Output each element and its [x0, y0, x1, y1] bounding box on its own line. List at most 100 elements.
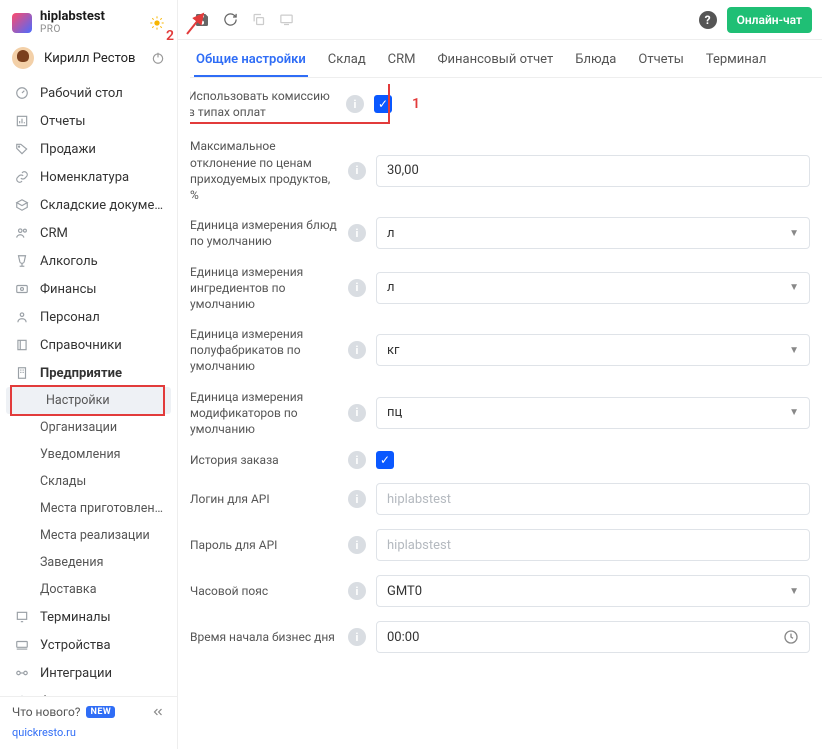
- sidebar-item-11[interactable]: Настройки: [6, 387, 171, 414]
- info-icon[interactable]: i: [348, 582, 366, 600]
- row-business-day-start: Время начала бизнес дня i 00:00: [190, 621, 810, 653]
- sidebar-item-2[interactable]: Продажи: [0, 135, 177, 163]
- sidebar-item-label: Складские документы: [40, 198, 165, 214]
- select-unit-modifier[interactable]: пц▼: [376, 397, 810, 429]
- sidebar-header: hiplabstest PRO: [0, 0, 177, 41]
- glass-icon: [14, 253, 30, 269]
- sidebar-item-10[interactable]: Предприятие: [0, 359, 177, 387]
- sidebar-item-label: Уведомления: [40, 447, 165, 462]
- sidebar-item-0[interactable]: Рабочий стол: [0, 79, 177, 107]
- sidebar-item-18[interactable]: Доставка: [0, 576, 177, 603]
- sidebar-item-15[interactable]: Места приготовления: [0, 495, 177, 522]
- tag-icon: [14, 141, 30, 157]
- row-order-history: История заказа i ✓: [190, 451, 810, 469]
- sidebar-item-22[interactable]: Франшиза: [0, 687, 177, 696]
- sidebar-item-label: Склады: [40, 474, 165, 489]
- sidebar-item-label: Доставка: [40, 582, 165, 597]
- row-unit-semi: Единица измерения полуфабрикатов по умол…: [190, 326, 810, 375]
- info-icon[interactable]: i: [348, 224, 366, 242]
- sidebar-item-1[interactable]: Отчеты: [0, 107, 177, 135]
- info-icon[interactable]: i: [348, 341, 366, 359]
- sidebar-item-9[interactable]: Справочники: [0, 331, 177, 359]
- info-icon[interactable]: i: [348, 628, 366, 646]
- checkbox-use-commission[interactable]: ✓: [374, 95, 392, 113]
- box-icon: [14, 197, 30, 213]
- copy-button[interactable]: [244, 6, 272, 34]
- brand-tier: PRO: [40, 24, 105, 35]
- label-unit-modifier: Единица измерения модификаторов по умолч…: [190, 389, 338, 438]
- online-chat-button[interactable]: Онлайн-чат: [727, 7, 812, 33]
- logout-icon[interactable]: [151, 51, 165, 65]
- tab-5[interactable]: Отчеты: [636, 44, 685, 77]
- select-unit-semi[interactable]: кг▼: [376, 334, 810, 366]
- help-icon[interactable]: ?: [699, 11, 717, 29]
- tab-4[interactable]: Блюда: [573, 44, 618, 77]
- refresh-button[interactable]: [216, 6, 244, 34]
- collapse-icon[interactable]: [151, 705, 165, 719]
- info-icon[interactable]: i: [348, 404, 366, 422]
- input-max-deviation[interactable]: 30,00: [376, 155, 810, 187]
- checkbox-order-history[interactable]: ✓: [376, 451, 394, 469]
- screen-button[interactable]: [272, 6, 300, 34]
- sidebar-item-label: Алкоголь: [40, 254, 165, 270]
- input-business-day-start[interactable]: 00:00: [376, 621, 810, 653]
- sidebar-item-label: Организации: [40, 420, 165, 435]
- sidebar-item-13[interactable]: Уведомления: [0, 441, 177, 468]
- select-unit-dish[interactable]: л▼: [376, 217, 810, 249]
- info-icon[interactable]: i: [346, 95, 364, 113]
- sidebar-item-6[interactable]: Алкоголь: [0, 247, 177, 275]
- tab-0[interactable]: Общие настройки: [194, 44, 308, 77]
- sidebar-item-4[interactable]: Складские документы: [0, 191, 177, 219]
- select-unit-ingredient[interactable]: л▼: [376, 272, 810, 304]
- sidebar-item-label: Заведения: [40, 555, 165, 570]
- sidebar-item-7[interactable]: Финансы: [0, 275, 177, 303]
- sidebar-item-label: Рабочий стол: [40, 86, 165, 102]
- tab-2[interactable]: CRM: [386, 44, 418, 77]
- label-business-day-start: Время начала бизнес дня: [190, 629, 338, 645]
- tab-3[interactable]: Финансовый отчет: [436, 44, 556, 77]
- sidebar-item-16[interactable]: Места реализации: [0, 522, 177, 549]
- domain-link[interactable]: quickresto.ru: [12, 726, 76, 739]
- input-api-login[interactable]: hiplabstest: [376, 483, 810, 515]
- label-order-history: История заказа: [190, 452, 338, 468]
- nav: Рабочий стол Отчеты Продажи Номенклатура Скл…: [0, 79, 177, 696]
- sidebar-item-17[interactable]: Заведения: [0, 549, 177, 576]
- theme-icon[interactable]: [149, 15, 165, 31]
- sidebar-item-14[interactable]: Склады: [0, 468, 177, 495]
- sidebar-item-8[interactable]: Персонал: [0, 303, 177, 331]
- info-icon[interactable]: i: [348, 451, 366, 469]
- info-icon[interactable]: i: [348, 279, 366, 297]
- info-icon[interactable]: i: [348, 162, 366, 180]
- sidebar-item-label: Предприятие: [40, 366, 165, 382]
- info-icon[interactable]: i: [348, 490, 366, 508]
- row-timezone: Часовой пояс i GMT0▼: [190, 575, 810, 607]
- finance-icon: [14, 281, 30, 297]
- save-button[interactable]: [188, 6, 216, 34]
- label-use-commission: Использовать комиссию в типах оплат: [190, 88, 336, 120]
- input-api-password[interactable]: hiplabstest: [376, 529, 810, 561]
- sidebar-item-label: CRM: [40, 226, 165, 242]
- sidebar-item-label: Справочники: [40, 338, 165, 354]
- sidebar-item-3[interactable]: Номенклатура: [0, 163, 177, 191]
- tab-1[interactable]: Склад: [326, 44, 368, 77]
- sidebar-item-label: Продажи: [40, 142, 165, 158]
- sidebar-item-21[interactable]: Интеграции: [0, 659, 177, 687]
- select-timezone[interactable]: GMT0▼: [376, 575, 810, 607]
- row-max-deviation: Максимальное отклонение по ценам приходу…: [190, 138, 810, 203]
- sidebar-item-19[interactable]: Терминалы: [0, 603, 177, 631]
- sidebar-item-label: Места приготовления: [40, 501, 165, 516]
- info-icon[interactable]: i: [348, 536, 366, 554]
- link-icon: [14, 169, 30, 185]
- dashboard-icon: [14, 85, 30, 101]
- whats-new-link[interactable]: Что нового?: [12, 705, 80, 719]
- topbar: ? Онлайн-чат: [178, 0, 822, 40]
- chevron-down-icon: ▼: [789, 407, 799, 418]
- row-unit-modifier: Единица измерения модификаторов по умолч…: [190, 389, 810, 438]
- sidebar-item-12[interactable]: Организации: [0, 414, 177, 441]
- brand-name: hiplabstest: [40, 10, 105, 24]
- label-unit-semi: Единица измерения полуфабрикатов по умол…: [190, 326, 338, 375]
- people-icon: [14, 225, 30, 241]
- tab-6[interactable]: Терминал: [704, 44, 769, 77]
- sidebar-item-5[interactable]: CRM: [0, 219, 177, 247]
- sidebar-item-20[interactable]: Устройства: [0, 631, 177, 659]
